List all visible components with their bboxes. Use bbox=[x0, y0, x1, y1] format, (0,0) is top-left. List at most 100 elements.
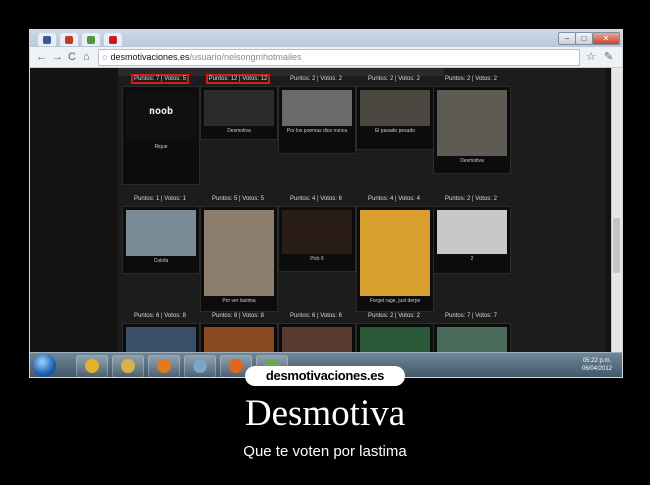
points-votes-text: Puntos: 2 | Votos: 2 bbox=[290, 76, 342, 82]
points-votes-label: Puntos: 5 | Votos: 5 bbox=[200, 196, 276, 202]
tab-photos[interactable] bbox=[82, 33, 100, 46]
motivator-card[interactable]: El pasado pesado bbox=[356, 86, 434, 150]
points-votes-text: Puntos: 2 | Votos: 2 bbox=[445, 196, 497, 202]
points-votes-text: Puntos: 6 | Votos: 6 bbox=[290, 313, 342, 319]
minimize-button[interactable]: – bbox=[558, 32, 576, 45]
points-votes-label: Puntos: 4 | Votos: 6 bbox=[278, 196, 354, 202]
chrome-taskbar-button[interactable] bbox=[76, 355, 108, 377]
points-votes-label: Puntos: 6 | Votos: 8 bbox=[122, 313, 198, 319]
motivator-image[interactable] bbox=[360, 90, 430, 126]
points-votes-text: Puntos: 2 | Votos: 2 bbox=[445, 76, 497, 82]
tab-youtube[interactable] bbox=[104, 33, 122, 46]
motivator-card[interactable]: 2 bbox=[433, 206, 511, 274]
folder-icon bbox=[121, 359, 135, 373]
tab-facebook[interactable] bbox=[38, 33, 56, 46]
points-votes-label: Puntos: 2 | Votos: 2 bbox=[356, 313, 432, 319]
motivator-card[interactable]: Por ver lastima bbox=[200, 206, 278, 312]
media-player-taskbar-button[interactable] bbox=[148, 355, 180, 377]
points-votes-text: Puntos: 7 | Votos: 7 bbox=[445, 313, 497, 319]
motivator-image[interactable] bbox=[360, 210, 430, 296]
motivator-image[interactable] bbox=[437, 90, 507, 156]
star-icon[interactable]: ☆ bbox=[586, 50, 596, 64]
points-votes-text: Puntos: 1 | Votos: 1 bbox=[134, 196, 186, 202]
clock-date: 06/04/2012 bbox=[581, 366, 613, 372]
forward-icon[interactable]: → bbox=[52, 50, 63, 64]
points-votes-text: Puntos: 8 | Votos: 8 bbox=[212, 313, 264, 319]
points-votes-label: Puntos: 8 | Votos: 8 bbox=[200, 313, 276, 319]
motivator-image[interactable] bbox=[204, 327, 274, 352]
motivator-card[interactable] bbox=[356, 323, 434, 352]
motivator-caption: El pasado pesado bbox=[374, 128, 416, 134]
motivator-image[interactable] bbox=[437, 210, 507, 254]
chrome-icon bbox=[85, 359, 99, 373]
motivator-image[interactable] bbox=[360, 327, 430, 352]
screenshot-frame: – □ ✕ ← → C ⌂ ○ desmotivaciones.es/usuari… bbox=[29, 29, 623, 378]
scrollbar[interactable] bbox=[611, 68, 622, 352]
page-content: Puntos: 7 | Votos: 5 noob Rique Puntos: 12 … bbox=[30, 68, 622, 352]
home-icon[interactable]: ⌂ bbox=[83, 50, 90, 64]
motivator-image[interactable] bbox=[282, 210, 352, 254]
page-icon: ○ bbox=[102, 52, 108, 62]
motivator-image[interactable] bbox=[126, 210, 196, 256]
points-votes-label: Puntos: 2 | Votos: 2 bbox=[433, 76, 509, 82]
url-host: desmotivaciones.es bbox=[110, 52, 190, 62]
firefox-icon bbox=[229, 359, 243, 373]
navigation-bar: ← → C ⌂ ○ desmotivaciones.es/usuario/nels… bbox=[30, 47, 622, 68]
points-votes-label: Puntos: 1 | Votos: 1 bbox=[122, 196, 198, 202]
motivator-card[interactable]: noob Rique bbox=[122, 86, 200, 185]
motivator-caption: Pick 6 bbox=[310, 256, 324, 262]
motivator-image[interactable] bbox=[282, 90, 352, 126]
motivator-image[interactable] bbox=[204, 210, 274, 296]
motivator-image[interactable]: noob bbox=[126, 90, 196, 142]
motivator-caption: Colofa bbox=[153, 258, 169, 264]
address-bar[interactable]: ○ desmotivaciones.es/usuario/nelsongmhotm… bbox=[98, 49, 580, 66]
points-votes-text: Puntos: 4 | Votos: 4 bbox=[368, 196, 420, 202]
motivator-image[interactable] bbox=[126, 327, 196, 352]
points-votes-label: Puntos: 4 | Votos: 4 bbox=[356, 196, 432, 202]
start-button[interactable] bbox=[33, 354, 56, 377]
motivator-card[interactable] bbox=[278, 323, 356, 352]
folder-taskbar-button[interactable] bbox=[112, 355, 144, 377]
tab-instagram[interactable] bbox=[60, 33, 78, 46]
motivator-caption: Por los poemas dice nunca bbox=[286, 128, 348, 134]
back-icon[interactable]: ← bbox=[36, 50, 47, 64]
motivator-card[interactable]: Desmotiva bbox=[433, 86, 511, 174]
poster-title: Desmotiva bbox=[244, 393, 406, 434]
motivator-image[interactable] bbox=[437, 327, 507, 352]
motivator-caption: Forget rage, just derpe bbox=[369, 298, 421, 304]
motivator-card[interactable] bbox=[433, 323, 511, 352]
youtube-icon bbox=[109, 35, 117, 44]
motivator-caption: 2 bbox=[470, 256, 474, 262]
scrollbar-thumb[interactable] bbox=[613, 218, 620, 273]
motivator-caption: Desmotiva bbox=[460, 158, 484, 164]
motivator-caption: Desmotiva bbox=[227, 128, 251, 134]
close-button[interactable]: ✕ bbox=[592, 32, 620, 45]
points-votes-label: Puntos: 2 | Votos: 2 bbox=[278, 76, 354, 82]
motivator-image[interactable] bbox=[204, 90, 274, 126]
points-votes-text: Puntos: 2 | Votos: 2 bbox=[368, 313, 420, 319]
points-votes-label: Puntos: 12 | Votos: 12 bbox=[200, 74, 276, 84]
motivator-image[interactable] bbox=[282, 327, 352, 352]
motivator-card[interactable] bbox=[122, 323, 200, 352]
points-votes-label: Puntos: 6 | Votos: 6 bbox=[278, 313, 354, 319]
instagram-icon bbox=[65, 35, 73, 44]
points-votes-text: Puntos: 7 | Votos: 5 bbox=[131, 74, 189, 84]
motivator-card[interactable]: Colofa bbox=[122, 206, 200, 274]
facebook-icon bbox=[43, 35, 51, 44]
points-votes-label: Puntos: 2 | Votos: 2 bbox=[356, 76, 432, 82]
motivator-card[interactable]: Por los poemas dice nunca bbox=[278, 86, 356, 154]
motivator-card[interactable] bbox=[200, 323, 278, 352]
reload-icon[interactable]: C bbox=[68, 50, 76, 64]
wrench-icon[interactable]: ✎ bbox=[604, 50, 613, 64]
motivator-card[interactable]: Forget rage, just derpe bbox=[356, 206, 434, 312]
clock[interactable]: 05:22 p.m. 06/04/2012 bbox=[580, 357, 614, 373]
clock-time: 05:22 p.m. bbox=[582, 358, 612, 364]
points-votes-text: Puntos: 2 | Votos: 2 bbox=[368, 76, 420, 82]
media-center-icon bbox=[193, 359, 207, 373]
maximize-button[interactable]: □ bbox=[575, 32, 593, 45]
media-center-taskbar-button[interactable] bbox=[184, 355, 216, 377]
poster-subtitle: Que te voten por lastima bbox=[243, 443, 407, 460]
motivator-card[interactable]: Pick 6 bbox=[278, 206, 356, 272]
site-logo: desmotivaciones.es bbox=[245, 366, 405, 386]
motivator-card[interactable]: Desmotiva bbox=[200, 86, 278, 140]
